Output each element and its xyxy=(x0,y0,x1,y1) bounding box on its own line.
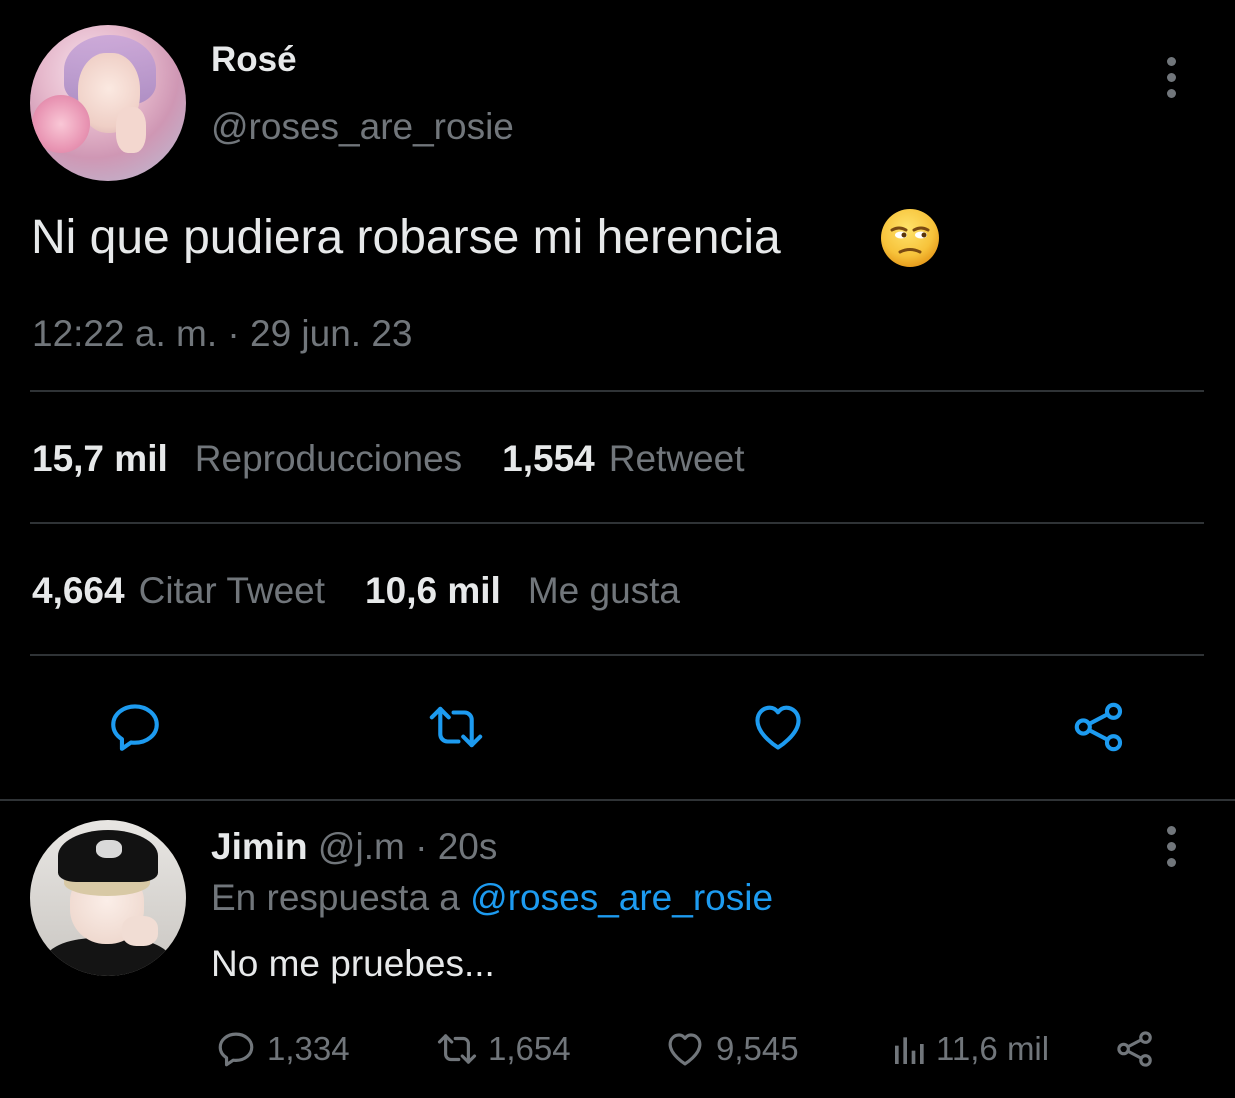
reply-text: No me pruebes... xyxy=(211,943,495,984)
author-name[interactable]: Rosé xyxy=(211,40,297,80)
reply-icon xyxy=(218,1032,254,1067)
divider xyxy=(30,654,1204,656)
in-reply-to: En respuesta a @roses_are_rosie xyxy=(211,877,773,919)
reply-views-button[interactable]: 11,6 mil xyxy=(890,1027,1049,1071)
stats-row-views-retweets: 15,7 mil Reproducciones 1,554 Retweet xyxy=(32,438,784,480)
reply-icon[interactable] xyxy=(106,698,164,756)
tweet-timestamp[interactable]: 12:22 a. m. · 29 jun. 23 xyxy=(32,313,413,355)
avatar[interactable] xyxy=(30,25,186,181)
retweets-count: 1,554 xyxy=(502,438,595,479)
reply-author-handle[interactable]: @j.m xyxy=(318,826,405,867)
retweet-icon xyxy=(437,1034,477,1064)
retweets-label[interactable]: Retweet xyxy=(609,438,745,480)
reply-header: Jimin @j.m · 20s xyxy=(211,826,497,868)
divider xyxy=(30,390,1204,392)
stats-row-quotes-likes: 4,664 Citar Tweet 10,6 mil Me gusta xyxy=(32,570,720,612)
divider xyxy=(30,522,1204,524)
likes-count: 10,6 mil xyxy=(365,570,501,611)
retweet-icon[interactable] xyxy=(427,698,485,756)
quotes-label[interactable]: Citar Tweet xyxy=(139,570,325,612)
like-icon xyxy=(668,1033,702,1066)
tweet-text: Ni que pudiera robarse mi herencia xyxy=(31,211,781,264)
reply-time[interactable]: · 20s xyxy=(415,826,497,867)
in-reply-to-prefix: En respuesta a xyxy=(211,877,460,918)
author-handle[interactable]: @roses_are_rosie xyxy=(211,106,514,148)
tweet-detail-page: Rosé @roses_are_rosie Ni que pudiera rob… xyxy=(0,0,1235,1098)
reply-avatar[interactable] xyxy=(30,820,186,976)
views-icon xyxy=(895,1037,924,1064)
likes-label[interactable]: Me gusta xyxy=(528,570,680,612)
reply-share-button[interactable] xyxy=(1114,1027,1166,1071)
reply-replies-button[interactable]: 1,334 xyxy=(215,1027,350,1071)
quotes-count: 4,664 xyxy=(32,570,125,611)
reply-retweets-button[interactable]: 1,654 xyxy=(436,1027,571,1071)
reply-views-count: 11,6 mil xyxy=(936,1030,1050,1067)
reply-likes-button[interactable]: 9,545 xyxy=(664,1027,799,1071)
share-icon[interactable] xyxy=(1070,698,1128,756)
reply-retweets-count: 1,654 xyxy=(488,1030,571,1067)
views-label[interactable]: Reproducciones xyxy=(195,438,462,480)
share-icon xyxy=(1117,1031,1152,1067)
unamused-face-icon xyxy=(881,209,939,267)
more-options-icon[interactable] xyxy=(1163,826,1179,867)
reply-likes-count: 9,545 xyxy=(716,1030,799,1067)
in-reply-to-mention[interactable]: @roses_are_rosie xyxy=(470,877,773,918)
reply-author-name[interactable]: Jimin xyxy=(211,826,308,867)
reply-replies-count: 1,334 xyxy=(267,1030,350,1067)
divider xyxy=(0,799,1235,801)
more-options-icon[interactable] xyxy=(1163,57,1179,98)
like-icon[interactable] xyxy=(749,698,807,756)
views-count: 15,7 mil xyxy=(32,438,168,479)
